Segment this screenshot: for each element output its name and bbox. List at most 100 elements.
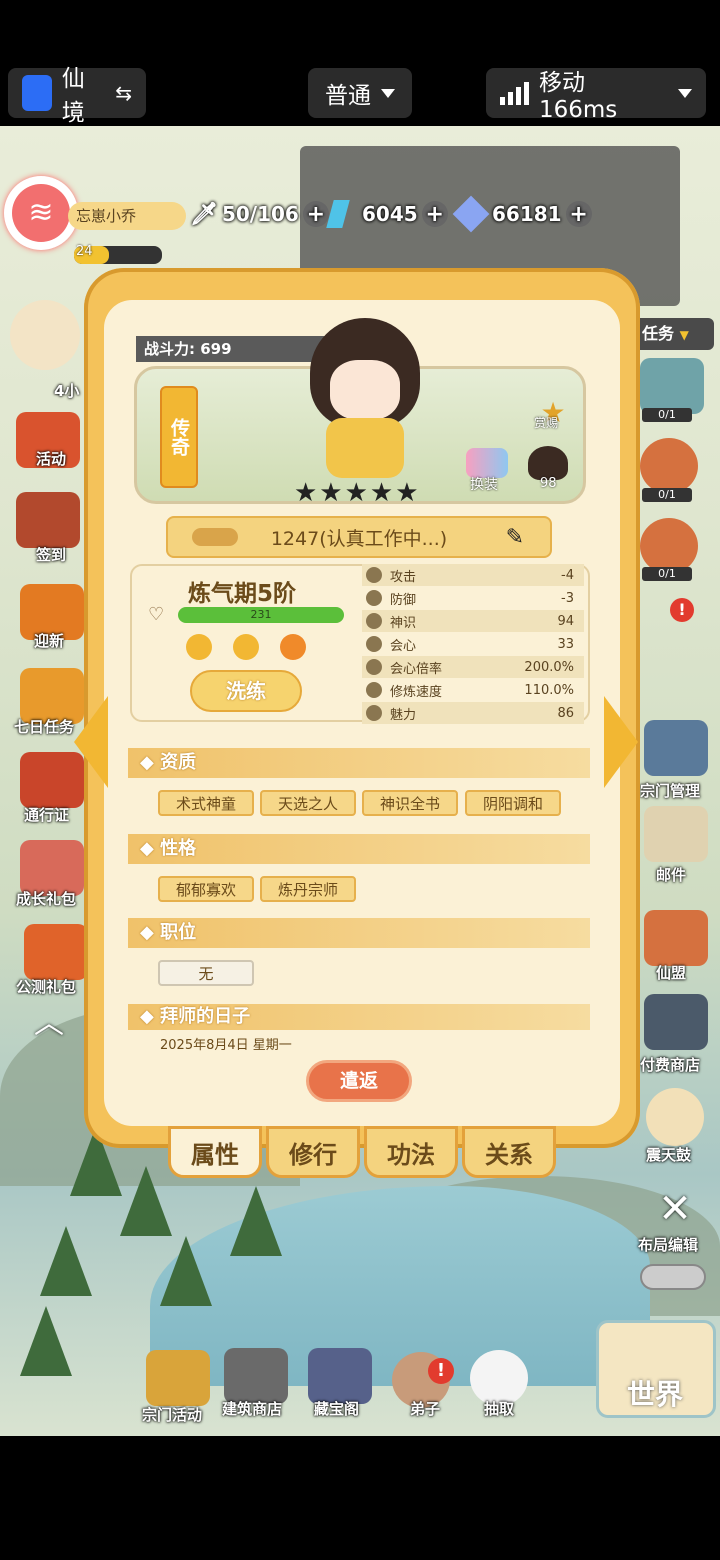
chevron-down-icon — [381, 88, 395, 98]
paid-shop-icon[interactable] — [644, 994, 708, 1050]
left-menu-label: 通行证 — [24, 806, 70, 824]
alliance-icon[interactable] — [644, 910, 708, 966]
skill-icon[interactable] — [186, 634, 212, 660]
character-face — [330, 360, 400, 420]
sect-activity-icon[interactable] — [146, 1350, 210, 1406]
mode-select[interactable]: 普通 — [308, 68, 412, 118]
stat-value: 86 — [557, 705, 574, 721]
rarity-tag: 传奇 — [160, 386, 198, 488]
fire-icon[interactable] — [280, 634, 306, 660]
layout-toggle[interactable] — [640, 1264, 706, 1290]
task-item-icon[interactable] — [640, 358, 704, 414]
war-drum-icon[interactable] — [646, 1088, 704, 1146]
checkin-icon[interactable] — [16, 492, 80, 548]
bottom-nav-label: 弟子 — [410, 1400, 441, 1418]
work-status-text: 1247(认真工作中...) — [270, 527, 448, 550]
aptitude-tag[interactable]: 阴阳调和 — [465, 790, 561, 816]
tree — [160, 1236, 212, 1306]
bottom-nav-label: 宗门活动 — [142, 1406, 203, 1424]
crit-multiplier-icon — [366, 659, 382, 675]
wifi-button[interactable]: ≋ — [4, 176, 78, 250]
building-shop-icon[interactable] — [224, 1348, 288, 1404]
world-button[interactable]: 世界 — [596, 1320, 716, 1418]
section-apprentice-date: ◆ 拜师的日子 — [128, 1004, 590, 1030]
stat-row: 修炼速度 110.0% — [362, 679, 584, 701]
brush-icon[interactable]: ✎ — [506, 525, 524, 550]
task-button[interactable]: 任务 ▼ — [632, 318, 714, 350]
hp-bar: 231 — [178, 607, 344, 623]
companion-value: 98 — [540, 476, 557, 491]
stamina-resource: 🗡 50/106 + — [190, 198, 329, 230]
layout-edit-icon[interactable]: ✕ — [644, 1186, 706, 1232]
aptitude-tag[interactable]: 术式神童 — [158, 790, 254, 816]
stat-value: -3 — [561, 590, 574, 606]
alert-badge-icon: ! — [428, 1358, 454, 1384]
crit-icon — [366, 636, 382, 652]
section-position: ◆ 职位 — [128, 918, 590, 948]
beta-gift-icon[interactable] — [24, 924, 88, 980]
position-value[interactable]: 无 — [158, 960, 254, 986]
tab-techniques[interactable]: 功法 — [364, 1126, 458, 1178]
alchemy-icon[interactable] — [233, 634, 259, 660]
stat-name: 修炼速度 — [390, 684, 443, 700]
treasure-pavilion-icon[interactable] — [308, 1348, 372, 1404]
companion-icon[interactable] — [528, 446, 568, 480]
bottom-nav-label: 建筑商店 — [222, 1400, 283, 1418]
aptitude-tag[interactable]: 天选之人 — [260, 790, 356, 816]
character-body[interactable] — [326, 418, 404, 478]
aptitude-tag[interactable]: 神识全书 — [362, 790, 458, 816]
network-select[interactable]: 移动 166ms — [486, 68, 706, 123]
wash-button[interactable]: 洗练 — [190, 670, 302, 712]
heart-icon: ♡ — [148, 604, 165, 625]
task-progress: 0/1 — [642, 488, 692, 502]
tree — [120, 1166, 172, 1236]
right-menu-label: 付费商店 — [640, 1056, 701, 1074]
chevron-up-icon[interactable]: ︿ — [34, 998, 64, 1042]
reward-label: 赏赐 — [534, 416, 559, 430]
event-avatar-icon[interactable] — [10, 300, 80, 370]
stat-name: 防御 — [390, 592, 417, 608]
chevron-down-icon: ▼ — [679, 328, 689, 342]
app-icon — [22, 75, 52, 111]
previous-disciple-arrow-icon[interactable] — [74, 696, 108, 788]
personality-tag[interactable]: 炼丹宗师 — [260, 876, 356, 902]
right-menu-label: 仙盟 — [656, 964, 687, 982]
task-item-icon[interactable] — [640, 518, 698, 574]
chevron-down-icon — [678, 88, 692, 98]
next-disciple-arrow-icon[interactable] — [604, 696, 638, 788]
apprentice-date-value: 2025年8月4日 星期一 — [160, 1038, 292, 1053]
app-switch-pill[interactable]: 仙境 ⇆ — [8, 66, 146, 126]
left-menu-label: 成长礼包 — [16, 890, 77, 908]
stat-name: 神识 — [390, 615, 417, 631]
tab-relations[interactable]: 关系 — [462, 1126, 556, 1178]
left-menu-label: 活动 — [36, 450, 67, 468]
combat-power: 战斗力: 699 — [136, 336, 336, 362]
attack-icon — [366, 567, 382, 583]
stat-name: 魅力 — [390, 707, 417, 723]
stat-value: 94 — [557, 613, 574, 629]
alert-badge-icon: ! — [670, 598, 694, 622]
left-menu-label: 签到 — [36, 546, 67, 564]
crystal-resource: 66181 + — [452, 195, 592, 233]
task-item-icon[interactable] — [640, 438, 698, 494]
add-jade-button[interactable]: + — [421, 201, 448, 227]
add-stamina-button[interactable]: + — [302, 201, 329, 227]
sect-manage-icon[interactable] — [644, 720, 708, 776]
app-label: 仙境 — [61, 66, 85, 126]
mode-label: 普通 — [325, 83, 371, 109]
spirit-icon — [366, 613, 382, 629]
tree — [230, 1186, 282, 1256]
dismiss-button[interactable]: 遣返 — [306, 1060, 412, 1102]
wifi-icon: ≋ — [12, 184, 70, 242]
stat-row: 会心 33 — [362, 633, 584, 655]
mail-icon[interactable] — [644, 806, 708, 862]
task-progress: 0/1 — [642, 567, 692, 581]
personality-tag[interactable]: 郁郁寡欢 — [158, 876, 254, 902]
outfit-label: 换装 — [470, 477, 498, 493]
jade-icon — [326, 200, 350, 228]
tab-attributes[interactable]: 属性 — [168, 1126, 262, 1178]
add-crystal-button[interactable]: + — [565, 201, 592, 227]
player-level: 24 — [76, 244, 93, 259]
tab-cultivation[interactable]: 修行 — [266, 1126, 360, 1178]
stat-row: 魅力 86 — [362, 702, 584, 724]
